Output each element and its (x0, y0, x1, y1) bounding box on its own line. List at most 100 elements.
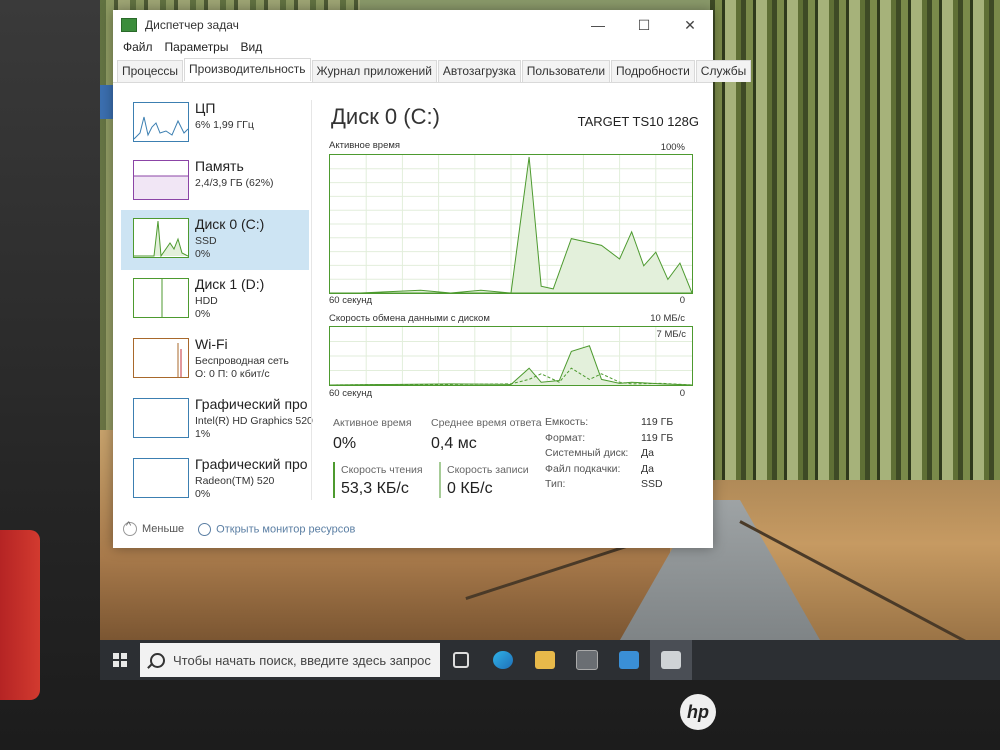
property-value: SSD (641, 478, 663, 490)
property-key: Файл подкачки: (545, 462, 621, 475)
property-value: Да (641, 447, 654, 459)
sidebar-item-usage: О: 0 П: 0 кбит/с (195, 368, 270, 380)
start-button[interactable] (100, 640, 140, 680)
wallpaper-bamboo-right (710, 0, 1000, 520)
menu-view[interactable]: Вид (234, 40, 268, 58)
tab-processes[interactable]: Процессы (117, 60, 184, 82)
tab-details[interactable]: Подробности (611, 60, 695, 82)
task-manager-icon (121, 18, 137, 32)
taskbar-search[interactable]: Чтобы начать поиск, введите здесь запрос (140, 643, 440, 677)
sidebar-item-detail: HDD (195, 295, 218, 307)
search-icon (150, 652, 165, 668)
tab-bar: Процессы Производительность Журнал прило… (113, 58, 752, 83)
open-resource-monitor-link[interactable]: Открыть монитор ресурсов (198, 522, 356, 536)
read-speed-value: 53,3 КБ/с (341, 480, 409, 497)
mail-taskbar-button[interactable] (608, 640, 650, 680)
property-row: Тип: SSD (545, 478, 673, 494)
edge-taskbar-button[interactable] (482, 640, 524, 680)
menu-file[interactable]: Файл (117, 40, 159, 58)
tab-users[interactable]: Пользователи (521, 60, 611, 82)
property-row: Формат: 119 ГБ (545, 432, 673, 448)
task-manager-icon (661, 651, 681, 669)
sidebar-item-wifi[interactable]: Wi-Fi Беспроводная сеть О: 0 П: 0 кбит/с (121, 330, 309, 390)
page-title: Диск 0 (C:) (331, 104, 440, 129)
window-title: Диспетчер задач (145, 18, 239, 32)
property-row: Файл подкачки: Да (545, 463, 673, 479)
sidebar-item-label: Диск 0 (C:) (195, 216, 265, 232)
active-time-label: Активное время (333, 417, 412, 429)
property-value: 119 ГБ (641, 416, 674, 428)
sidebar-item-gpu1[interactable]: Графический про Radeon(TM) 520 0% (121, 450, 309, 510)
menu-options[interactable]: Параметры (159, 40, 235, 58)
memory-thumbnail-graph (133, 160, 189, 200)
write-speed-value: 0 КБ/с (447, 480, 493, 497)
transfer-rate-graph-label: Скорость обмена данными с диском (329, 313, 490, 324)
disk1-thumbnail-graph (133, 278, 189, 318)
disk-properties: Емкость: 119 ГБ Формат: 119 ГБ Системный д… (545, 416, 673, 494)
property-row: Системный диск: Да (545, 447, 673, 463)
active-time-graph-label: Активное время (329, 140, 401, 151)
task-manager-window: Диспетчер задач — ☐ ✕ Файл Параметры Вид… (113, 10, 752, 548)
transfer-rate-graph: 7 МБ/с (329, 326, 693, 386)
sidebar-item-usage: 0% (195, 308, 211, 320)
mail-icon (619, 651, 639, 669)
active-time-graph-min: 0 (679, 295, 685, 306)
sidebar-item-detail: Radeon(TM) 520 (195, 475, 275, 487)
sidebar-item-gpu0[interactable]: Графический про Intel(R) HD Graphics 520… (121, 390, 313, 450)
sidebar-item-detail: Intel(R) HD Graphics 520 (195, 415, 313, 427)
fewer-details-button[interactable]: Меньше (123, 520, 184, 536)
tab-startup[interactable]: Автозагрузка (437, 60, 521, 82)
sidebar-item-label: Графический про (195, 396, 308, 412)
tab-app-history[interactable]: Журнал приложений (311, 60, 437, 82)
transfer-rate-graph-min: 0 (679, 388, 685, 399)
active-time-graph-duration: 60 секунд (329, 295, 373, 306)
tab-services[interactable]: Службы (695, 60, 752, 82)
task-manager-taskbar-button[interactable] (650, 640, 692, 680)
tab-performance[interactable]: Производительность (184, 58, 311, 81)
sidebar-item-label: Графический про (195, 456, 308, 472)
windows-icon (113, 653, 127, 667)
edge-icon (493, 651, 513, 669)
sidebar-item-memory[interactable]: Память 2,4/3,9 ГБ (62%) (121, 152, 309, 212)
task-view-icon (453, 652, 469, 668)
sidebar-item-disk0[interactable]: Диск 0 (C:) SSD 0% (121, 210, 309, 270)
disk0-thumbnail-graph (133, 218, 189, 258)
sidebar-item-label: ЦП (195, 100, 216, 116)
search-placeholder: Чтобы начать поиск, введите здесь запрос (173, 652, 431, 668)
response-time-value: 0,4 мс (431, 435, 477, 452)
folder-icon (535, 651, 555, 669)
title-bar: Диспетчер задач — ☐ ✕ (113, 10, 713, 40)
hp-logo: hp (680, 694, 716, 730)
active-time-graph-max: 100% (660, 142, 685, 153)
background-object (0, 530, 40, 700)
resource-monitor-label: Открыть монитор ресурсов (216, 522, 356, 535)
chevron-up-icon (123, 520, 137, 536)
close-button[interactable]: ✕ (667, 10, 713, 40)
resource-monitor-icon (198, 522, 212, 536)
menu-bar: Файл Параметры Вид (113, 40, 713, 58)
sidebar-item-cpu[interactable]: ЦП 6% 1,99 ГГц (121, 94, 309, 154)
panel-divider (311, 100, 312, 500)
sidebar-item-usage: 1% (195, 428, 211, 440)
maximize-button[interactable]: ☐ (621, 10, 667, 40)
explorer-taskbar-button[interactable] (524, 640, 566, 680)
minimize-button[interactable]: — (575, 10, 621, 40)
task-view-button[interactable] (440, 640, 482, 680)
sidebar-item-detail: Беспроводная сеть (195, 355, 289, 367)
sidebar-item-label: Память (195, 158, 244, 174)
transfer-rate-graph-scale: 7 МБ/с (656, 329, 686, 340)
read-indicator (333, 462, 335, 498)
property-key: Формат: (545, 431, 586, 444)
sidebar-item-usage: 0% (195, 488, 211, 500)
store-taskbar-button[interactable] (566, 640, 608, 680)
read-speed-label: Скорость чтения (341, 464, 423, 476)
taskbar: Чтобы начать поиск, введите здесь запрос (100, 640, 1000, 680)
property-value: 119 ГБ (641, 431, 674, 444)
transfer-rate-graph-max: 10 МБ/с (650, 313, 685, 324)
resource-list: ЦП 6% 1,99 ГГц Память 2,4/3,9 ГБ (62%) Д… (121, 94, 313, 514)
write-speed-label: Скорость записи (447, 464, 529, 476)
sidebar-item-disk1[interactable]: Диск 1 (D:) HDD 0% (121, 270, 309, 330)
cpu-thumbnail-graph (133, 102, 189, 142)
property-key: Емкость: (545, 416, 589, 428)
property-row: Емкость: 119 ГБ (545, 416, 673, 432)
